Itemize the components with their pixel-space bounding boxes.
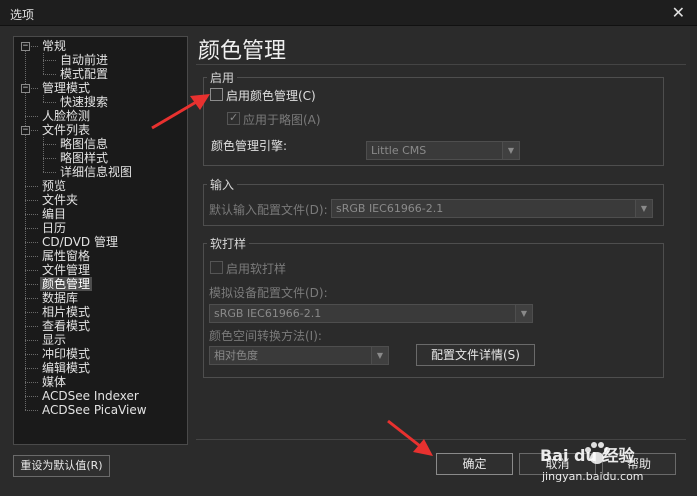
tree-connector <box>25 410 38 411</box>
default-input-profile-select[interactable]: sRGB IEC61966-2.1 ▼ <box>331 199 653 218</box>
tree-branch-line <box>43 53 44 74</box>
device-profile-select[interactable]: sRGB IEC61966-2.1 ▼ <box>209 304 533 323</box>
tree-item[interactable]: 快速搜索 <box>58 95 110 109</box>
chevron-down-icon: ▼ <box>515 305 532 322</box>
tree-connector <box>25 186 38 187</box>
tree-item[interactable]: 预览 <box>40 179 68 193</box>
enable-soft-proof-checkbox[interactable] <box>210 261 223 274</box>
close-icon[interactable]: ✕ <box>672 3 685 22</box>
intent-select-value: 相对色度 <box>214 349 258 362</box>
tree-connector <box>25 340 38 341</box>
enable-group-label: 启用 <box>207 69 238 86</box>
tree-item[interactable]: ACDSee Indexer <box>40 389 141 403</box>
engine-label: 颜色管理引擎: <box>211 139 288 153</box>
page-title: 颜色管理 <box>198 39 287 64</box>
tree-connector <box>25 242 38 243</box>
tree-item[interactable]: 详细信息视图 <box>58 165 134 179</box>
tree-connector <box>25 270 38 271</box>
chevron-down-icon: ▼ <box>502 142 519 159</box>
tree-connector <box>25 312 38 313</box>
tree-item[interactable]: 显示 <box>40 333 68 347</box>
tree-connector <box>43 74 56 75</box>
tree-item[interactable]: 冲印模式 <box>40 347 92 361</box>
input-group-label: 输入 <box>207 176 238 193</box>
collapse-toggle-icon[interactable]: − <box>21 42 30 51</box>
tree-item[interactable]: CD/DVD 管理 <box>40 235 120 249</box>
tree-connector <box>43 158 56 159</box>
title-bar: 选项 ✕ <box>0 0 697 26</box>
tree-connector <box>25 214 38 215</box>
title-divider <box>196 64 686 65</box>
default-input-profile-value: sRGB IEC61966-2.1 <box>336 202 444 215</box>
tree-connector <box>25 298 38 299</box>
tree-connector <box>25 382 38 383</box>
collapse-toggle-icon[interactable]: − <box>21 84 30 93</box>
collapse-toggle-icon[interactable]: − <box>21 126 30 135</box>
reset-defaults-button[interactable]: 重设为默认值(R) <box>13 455 110 477</box>
window-title: 选项 <box>10 8 35 22</box>
enable-color-management-label[interactable]: 启用颜色管理(C) <box>226 87 316 104</box>
tree-connector <box>25 284 38 285</box>
engine-select-value: Little CMS <box>371 144 427 157</box>
tree-item[interactable]: 查看模式 <box>40 319 92 333</box>
tree-connector <box>25 368 38 369</box>
chevron-down-icon: ▼ <box>635 200 652 217</box>
device-profile-label: 模拟设备配置文件(D): <box>209 286 328 300</box>
tree-item[interactable]: 自动前进 <box>58 53 110 67</box>
device-profile-value: sRGB IEC61966-2.1 <box>214 307 322 320</box>
watermark-url: jingyan.baidu.com <box>542 470 644 483</box>
tree-connector <box>25 354 38 355</box>
watermark-brand: Bai du 经验 <box>540 446 635 465</box>
tree-connector <box>43 144 56 145</box>
tree-connector <box>43 102 56 103</box>
tree-connector <box>43 172 56 173</box>
default-input-profile-label: 默认输入配置文件(D): <box>209 203 328 217</box>
engine-select[interactable]: Little CMS ▼ <box>366 141 520 160</box>
tree-branch-line <box>43 95 44 102</box>
tree-item[interactable]: 模式配置 <box>58 67 110 81</box>
options-tree[interactable]: − 常规 自动前进 模式配置 − 管理模式 快速搜索 人脸检测 − 文件列表 略图信息 略图样式 详细信… <box>13 36 188 445</box>
checkmark-icon: ✓ <box>229 111 239 124</box>
intent-select[interactable]: 相对色度 ▼ <box>209 346 389 365</box>
profile-details-button[interactable]: 配置文件详情(S) <box>416 344 535 366</box>
tree-item[interactable]: 属性窗格 <box>40 249 92 263</box>
watermark: Bai du 经验 jingyan.baidu.com <box>540 440 690 490</box>
tree-item[interactable]: 文件夹 <box>40 193 80 207</box>
enable-soft-proof-label[interactable]: 启用软打样 <box>226 260 286 277</box>
tree-item[interactable]: 略图样式 <box>58 151 110 165</box>
tree-item[interactable]: 相片模式 <box>40 305 92 319</box>
chevron-down-icon: ▼ <box>371 347 388 364</box>
tree-branch-line <box>43 137 44 172</box>
tree-item[interactable]: ACDSee PicaView <box>40 403 149 417</box>
tree-connector <box>25 326 38 327</box>
tree-item[interactable]: 略图信息 <box>58 137 110 151</box>
soft-proof-group-label: 软打样 <box>207 235 250 252</box>
tree-item[interactable]: 媒体 <box>40 375 68 389</box>
intent-label: 颜色空间转换方法(I): <box>209 329 322 343</box>
ok-button[interactable]: 确定 <box>436 453 513 475</box>
tree-item[interactable]: 文件列表 <box>40 123 92 137</box>
tree-connector <box>43 60 56 61</box>
tree-item[interactable]: 人脸检测 <box>40 109 92 123</box>
tree-item[interactable]: 数据库 <box>40 291 80 305</box>
tree-item[interactable]: 常规 <box>40 39 68 53</box>
tree-connector <box>25 200 38 201</box>
tree-connector <box>25 228 38 229</box>
apply-to-thumbnails-checkbox[interactable]: ✓ <box>227 111 240 125</box>
enable-color-management-checkbox[interactable] <box>210 88 223 101</box>
tree-item[interactable]: 管理模式 <box>40 81 92 95</box>
apply-to-thumbnails-label[interactable]: 应用于略图(A) <box>243 111 321 128</box>
tree-item[interactable]: 编辑模式 <box>40 361 92 375</box>
tree-item[interactable]: 编目 <box>40 207 68 221</box>
tree-item[interactable]: 颜色管理 <box>40 277 93 291</box>
tree-item[interactable]: 日历 <box>40 221 68 235</box>
tree-item[interactable]: 文件管理 <box>40 263 92 277</box>
tree-connector <box>25 256 38 257</box>
tree-connector <box>25 396 38 397</box>
tree-connector <box>25 116 38 117</box>
